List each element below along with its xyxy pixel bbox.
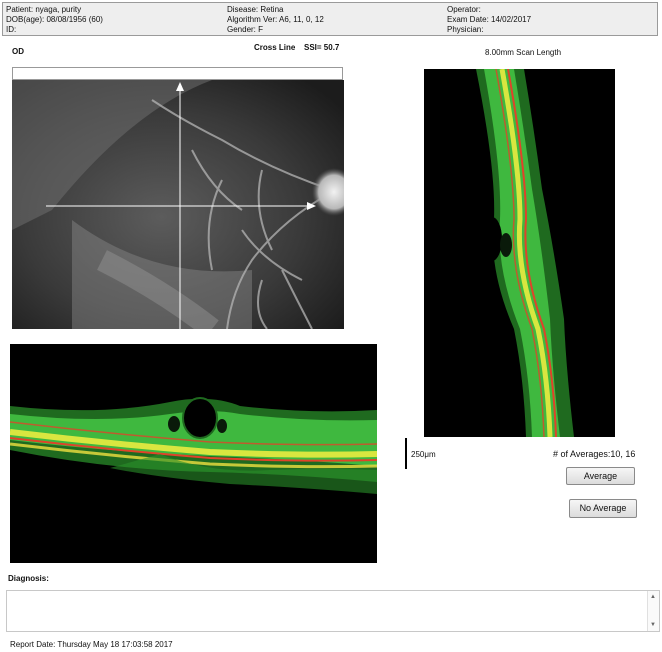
- ssi-value: SSI= 50.7: [304, 43, 340, 52]
- patient-dob: DOB(age): 08/08/1956 (60): [6, 15, 103, 24]
- diagnosis-scrollbar[interactable]: ▲ ▼: [647, 591, 659, 631]
- algorithm-version: Algorithm Ver: A6, 11, 0, 12: [227, 15, 324, 24]
- fundus-image-top-strip: [12, 67, 343, 80]
- no-average-button[interactable]: No Average: [569, 499, 637, 518]
- header-column-operator: Operator: Exam Date: 14/02/2017 Physicia…: [447, 5, 531, 35]
- scroll-down-icon[interactable]: ▼: [650, 622, 656, 628]
- horizontal-oct-bscan[interactable]: [10, 344, 377, 563]
- scale-bar: [405, 438, 407, 469]
- eye-label: OD: [12, 47, 24, 56]
- disease-label: Disease: Retina: [227, 5, 284, 14]
- report-date: Report Date: Thursday May 18 17:03:58 20…: [10, 640, 173, 649]
- patient-gender: Gender: F: [227, 25, 264, 34]
- exam-date: Exam Date: 14/02/2017: [447, 15, 532, 24]
- scan-length-label: 8.00mm Scan Length: [485, 48, 562, 57]
- scale-bar-label: 250μm: [411, 450, 436, 459]
- patient-name: Patient: nyaga, purity: [6, 5, 82, 14]
- diagnosis-textarea[interactable]: ▲ ▼: [6, 590, 660, 632]
- patient-info-header: Patient: nyaga, purity DOB(age): 08/08/1…: [2, 2, 658, 36]
- scan-mode-label: Cross Line: [254, 43, 296, 52]
- averages-label: # of Averages:10, 16: [553, 449, 636, 459]
- physician-label: Physician:: [447, 25, 484, 34]
- diagnosis-label: Diagnosis:: [8, 574, 49, 583]
- header-column-exam: Disease: Retina Algorithm Ver: A6, 11, 0…: [227, 5, 324, 35]
- fundus-image[interactable]: [12, 80, 344, 329]
- average-button[interactable]: Average: [566, 467, 635, 485]
- header-column-patient: Patient: nyaga, purity DOB(age): 08/08/1…: [6, 5, 103, 35]
- operator-label: Operator:: [447, 5, 481, 14]
- patient-id: ID:: [6, 25, 17, 34]
- scroll-up-icon[interactable]: ▲: [650, 594, 656, 600]
- vertical-oct-bscan[interactable]: [424, 69, 615, 437]
